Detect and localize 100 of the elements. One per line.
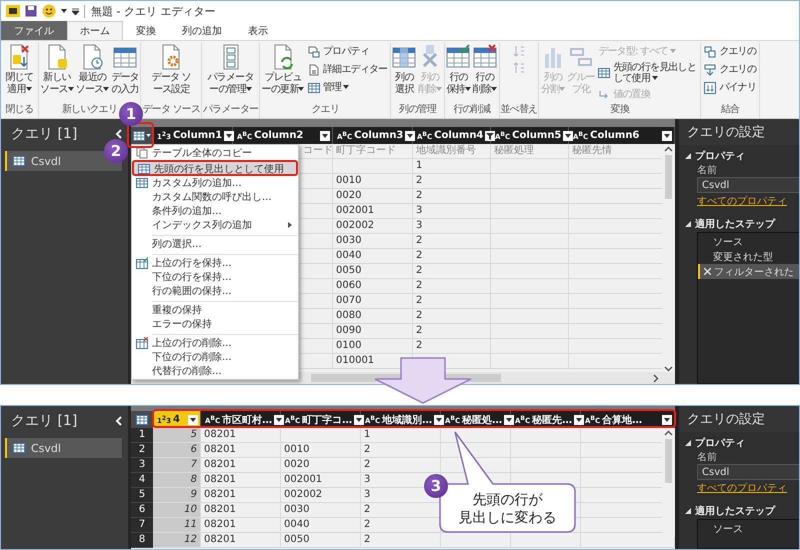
- ribbon-tab[interactable]: ファイル: [1, 21, 67, 40]
- group-label: クエリ: [311, 103, 340, 117]
- smiley-icon[interactable]: [42, 4, 56, 18]
- table-menu-button[interactable]: [131, 411, 153, 428]
- ribbon-tab[interactable]: 変換: [123, 21, 169, 40]
- table-cell: 12: [153, 533, 201, 548]
- column-name: 秘匿先…: [532, 414, 572, 426]
- menu-item[interactable]: 先頭の行を見出しとして使用: [132, 160, 298, 176]
- menu-item[interactable]: カスタム列の追加...: [132, 176, 298, 190]
- dropdown-button[interactable]: [434, 414, 444, 424]
- filter-button[interactable]: [485, 130, 496, 140]
- section-heading[interactable]: 適用したステップ: [679, 213, 799, 232]
- dropdown-button[interactable]: [662, 414, 672, 424]
- dropdown-button[interactable]: [563, 130, 574, 140]
- table-cell: 002001: [333, 204, 413, 219]
- menu-item[interactable]: 上位の行の削除...: [132, 336, 298, 350]
- menu-item[interactable]: エラーの保持: [132, 317, 298, 331]
- ribbon-button[interactable]: 行の保持: [446, 43, 472, 97]
- query-item[interactable]: Csvdl: [5, 438, 122, 458]
- step-item[interactable]: ソース: [698, 521, 799, 536]
- table-cell: 1: [413, 159, 491, 174]
- chevron-right-icon[interactable]: [653, 374, 659, 382]
- panel-title: クエリ [1]: [11, 125, 78, 143]
- group-label: 変換: [610, 103, 630, 117]
- collapse-icon[interactable]: [115, 416, 122, 426]
- ribbon-button[interactable]: 新しいソース: [40, 43, 74, 97]
- ribbon-tab[interactable]: ホーム: [67, 21, 123, 40]
- name-field[interactable]: Csvdl: [697, 177, 799, 193]
- table-icon: [138, 163, 150, 175]
- menu-item[interactable]: 列の選択...: [132, 237, 298, 251]
- chevron-up-icon[interactable]: [664, 146, 673, 152]
- dropdown-button[interactable]: [354, 414, 364, 424]
- delete-icon[interactable]: [704, 268, 711, 275]
- binary-icon: [704, 82, 716, 94]
- table-cell: 08201: [201, 533, 281, 548]
- all-properties-link[interactable]: すべてのプロパティ: [679, 481, 799, 496]
- menu-item[interactable]: 代替行の削除...: [132, 364, 298, 378]
- menu-item[interactable]: カスタム関数の呼び出し...: [132, 190, 298, 204]
- vertical-scrollbar[interactable]: [662, 144, 675, 372]
- menu-item[interactable]: 下位の行を保持...: [132, 270, 298, 284]
- ribbon-button[interactable]: クエリの: [702, 61, 758, 78]
- name-field[interactable]: Csvdl: [697, 464, 799, 480]
- dropdown-button[interactable]: [504, 414, 514, 424]
- callout-text: 見出しに変わる: [458, 509, 556, 527]
- table-cell: 10: [153, 503, 201, 518]
- dropdown-button[interactable]: [320, 130, 330, 140]
- caret-icon: [276, 418, 282, 422]
- chevron-down-icon[interactable]: [664, 366, 673, 372]
- ribbon-button[interactable]: 最近のソース: [75, 43, 110, 97]
- dropdown-button[interactable]: [405, 130, 416, 140]
- scrollbar-thumb[interactable]: [665, 155, 672, 199]
- ribbon-button[interactable]: 行の削除: [472, 43, 498, 97]
- ribbon-tab[interactable]: 列の追加: [169, 21, 235, 40]
- dropdown-button[interactable]: [224, 130, 234, 140]
- ribbon-button[interactable]: バイナリ: [702, 79, 758, 96]
- ribbon-button[interactable]: 詳細エディター: [306, 61, 390, 78]
- menu-item[interactable]: インデックス列の追加: [132, 218, 298, 232]
- menu-item[interactable]: 上位の行を保持...: [132, 256, 298, 270]
- dropdown-button[interactable]: [662, 130, 672, 140]
- menu-item[interactable]: 重複の保持: [132, 303, 298, 317]
- caret-icon: [506, 418, 512, 422]
- caret-icon[interactable]: [61, 9, 67, 13]
- step-item[interactable]: フィルターされた: [698, 264, 799, 279]
- table-menu-button[interactable]: [131, 127, 153, 144]
- all-properties-link[interactable]: すべてのプロパティ: [679, 194, 799, 209]
- customize-icon[interactable]: [72, 8, 79, 14]
- menu-item[interactable]: 行の範囲の保持...: [132, 284, 298, 298]
- dropdown-button[interactable]: [574, 414, 584, 424]
- panel-title: クエリの設定: [687, 411, 765, 428]
- section-heading[interactable]: プロパティ: [679, 432, 799, 451]
- ribbon-button[interactable]: 列の選択: [392, 43, 416, 97]
- dropdown-button[interactable]: [274, 414, 284, 424]
- ribbon-button[interactable]: データ ソース設定: [148, 43, 195, 97]
- group-label: 並べ替え: [500, 103, 538, 117]
- column-name: 町丁字コ…: [302, 413, 352, 426]
- ribbon-button[interactable]: プロパティ: [306, 43, 390, 60]
- ribbon-button[interactable]: プレビューの更新: [261, 43, 305, 97]
- scrollbar-thumb[interactable]: [665, 439, 672, 483]
- ribbon-button[interactable]: クエリの: [702, 43, 758, 60]
- table-cell: 08201: [201, 503, 281, 518]
- step-item[interactable]: ソース: [698, 234, 799, 249]
- table-cell: 3: [413, 219, 491, 234]
- section-heading[interactable]: プロパティ: [679, 145, 799, 164]
- section-heading[interactable]: 適用したステップ: [679, 500, 799, 519]
- ribbon-button[interactable]: 閉じて適用: [2, 43, 37, 97]
- group-label: データ ソース: [142, 103, 200, 117]
- ribbon-tab[interactable]: 表示: [235, 21, 281, 40]
- step-item[interactable]: 変更された型: [698, 249, 799, 264]
- menu-item[interactable]: 下位の行の削除...: [132, 350, 298, 364]
- dropdown-button[interactable]: [188, 414, 198, 424]
- ribbon-button[interactable]: パラメーターの管理: [204, 43, 258, 97]
- table-cell: 08201: [201, 518, 281, 533]
- collapse-icon[interactable]: [115, 129, 122, 139]
- menu-item[interactable]: 条件列の追加...: [132, 204, 298, 218]
- ribbon-button[interactable]: 管理: [306, 79, 390, 96]
- ribbon-button[interactable]: 先頭の行を見出しとして使用: [596, 61, 700, 85]
- save-icon[interactable]: [25, 5, 37, 17]
- caret-icon: [664, 418, 670, 422]
- ribbon-button[interactable]: データの入力: [110, 43, 140, 97]
- chevron-up-icon[interactable]: [664, 430, 673, 436]
